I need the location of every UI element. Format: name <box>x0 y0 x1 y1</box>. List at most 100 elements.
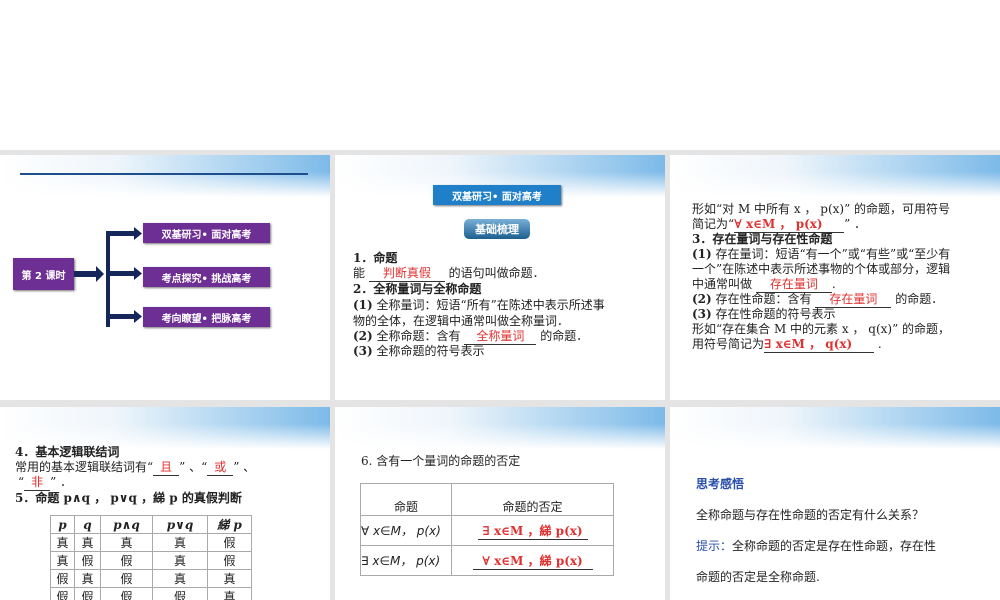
text: 简记为“ <box>692 217 735 231</box>
text-line: 1．命题 <box>353 251 398 265</box>
text-line: 物的全体，在逻辑中通常叫做全称量词． <box>353 314 570 328</box>
text-line: (1) 全称量词：短语“所有”在陈述中表示所述事 <box>353 298 605 313</box>
answer-blank: 非 <box>24 475 51 491</box>
column-header: p <box>50 515 75 534</box>
text: 全称命题：含有 <box>372 329 461 343</box>
text-line: 4．基本逻辑联结词 <box>15 445 120 459</box>
answer-blank: 判断真假 <box>368 266 445 282</box>
text: 存在量词：短语“有一个”或“有些”或“至少有 <box>711 247 951 261</box>
text-line: 用符号简记为∃ x∈M ， q(x) . <box>692 337 882 353</box>
text: 存在性命题的符号表示 <box>711 307 836 321</box>
text-line: 6. 含有一个量词的命题的否定 <box>361 454 521 468</box>
table-cell: 假 <box>100 551 153 570</box>
table-row: 假假假假真 <box>50 587 252 600</box>
table-cell: 假 <box>74 551 101 570</box>
table-cell: 假 <box>50 569 75 588</box>
text-line: 一个”在陈述中表示所述事物的个体或部分，逻辑 <box>692 262 951 276</box>
table-cell: 真 <box>74 533 101 552</box>
text: ” ． <box>844 217 867 231</box>
text-line: 提示：全称命题的否定是存在性命题，存在性 <box>696 539 936 554</box>
column-header: 命题的否定 <box>451 483 614 516</box>
branch-box-1: 双基研习• 面对高考 <box>143 223 270 243</box>
text: (1) <box>692 247 712 261</box>
text: (2) <box>353 329 373 343</box>
truth-table: p q p∧q p∨q 綈 p 真真真真假真假假真假假真假真真假假假假真 <box>50 515 252 600</box>
table-row: ∃ x∈M， p(x) ∀ x∈M ，綈 p(x) <box>360 545 614 576</box>
text-line: (2) 存在性命题：含有 存在量词 的命题． <box>692 292 943 308</box>
slide-header-gradient <box>670 155 1000 197</box>
text: 全称量词：短语“所有”在陈述中表示所述事 <box>372 298 605 312</box>
text: . <box>874 337 882 351</box>
table-cell: 假 <box>74 587 101 600</box>
negation-table: 命题 命题的否定 ∀ x∈M， p(x) ∃ x∈M ，綈 p(x) ∃ x∈M… <box>360 483 614 576</box>
table-cell: ∀ x∈M， p(x) <box>360 515 452 546</box>
answer-blank: 存在量词 <box>755 277 832 293</box>
text: 中通常叫做 <box>692 277 753 291</box>
text: 全称命题的符号表示 <box>372 344 485 358</box>
text-line: 常用的基本逻辑联结词有“ 且” 、“ 或” 、 <box>15 460 255 476</box>
text: (1) <box>353 298 373 312</box>
section-header: 双基研习• 面对高考 <box>433 185 561 205</box>
text: (3) <box>692 307 712 321</box>
text: 用符号简记为 <box>692 337 765 351</box>
column-header: 綈 p <box>207 515 252 534</box>
text-line: 形如“对 M 中所有 x ， p(x)” 的命题，可用符号 <box>692 202 951 216</box>
text: (3) <box>353 344 373 358</box>
text-line: 5．命题 p∧q ， p∨q ，綈 p 的真假判断 <box>15 491 242 505</box>
answer-blank: ∃ x∈M ， q(x) <box>764 337 875 353</box>
table-cell: 真 <box>50 551 75 570</box>
branch-box-2: 考点探究• 挑战高考 <box>143 267 270 287</box>
slide-header-gradient <box>670 407 1000 449</box>
table-cell: 假 <box>207 551 252 570</box>
slide-6[interactable]: 思考感悟 全称命题与存在性命题的否定有什么关系？ 提示：全称命题的否定是存在性命… <box>670 407 1000 600</box>
text-line: 3．存在量词与存在性命题 <box>692 232 833 246</box>
slide-2[interactable]: 双基研习• 面对高考 基础梳理 1．命题 能 判断真假 的语句叫做命题． 2．全… <box>335 155 665 400</box>
table-cell: 真 <box>207 569 252 588</box>
text-line: 2．全称量词与全称命题 <box>353 282 482 296</box>
branch-box-3: 考向瞭望• 把脉高考 <box>143 307 270 327</box>
hint-label: 提示： <box>696 539 733 553</box>
table-row: 假真假真真 <box>50 569 252 588</box>
table-cell: ∃ x∈M ，綈 p(x) <box>451 515 614 546</box>
table-cell: 假 <box>100 569 153 588</box>
text-line: 全称命题与存在性命题的否定有什么关系？ <box>696 508 925 522</box>
table-cell: ∀ x∈M ，綈 p(x) <box>451 545 614 576</box>
table-row: 真真真真假 <box>50 533 252 552</box>
table-cell: 真 <box>207 587 252 600</box>
text: 的命题． <box>891 292 944 306</box>
answer-blank: 或 <box>207 460 234 476</box>
section-title: 思考感悟 <box>696 477 745 491</box>
slide-header-gradient <box>335 407 665 449</box>
answer-blank: 且 <box>153 460 180 476</box>
slide-1[interactable]: 第 2 课时 双基研习• 面对高考 考点探究• 挑战高考 考向瞭望• 把脉高考 <box>0 155 330 400</box>
text-line: 中通常叫做 存在量词. <box>692 277 836 293</box>
table-row: ∀ x∈M， p(x) ∃ x∈M ，綈 p(x) <box>360 515 614 546</box>
table-row: 真假假真假 <box>50 551 252 570</box>
table-cell: 真 <box>152 533 208 552</box>
answer-blank: 存在量词 <box>815 292 892 308</box>
table-cell: 假 <box>207 533 252 552</box>
answer-blank: 全称量词 <box>464 329 537 345</box>
answer-blank: ∀ x∈M ， p(x) <box>734 217 845 233</box>
slide-3[interactable]: 形如“对 M 中所有 x ， p(x)” 的命题，可用符号 简记为“∀ x∈M … <box>670 155 1000 400</box>
table-cell: 真 <box>152 551 208 570</box>
slide-4[interactable]: 4．基本逻辑联结词 常用的基本逻辑联结词有“ 且” 、“ 或” 、 “非” ． 5．… <box>0 407 330 600</box>
column-header: p∧q <box>100 515 153 534</box>
text: 能 <box>353 266 366 280</box>
slide-header-gradient <box>0 407 330 449</box>
text: (2) <box>692 292 712 306</box>
slide-5[interactable]: 6. 含有一个量词的命题的否定 命题 命题的否定 ∀ x∈M， p(x) ∃ x… <box>335 407 665 600</box>
section-badge: 基础梳理 <box>464 219 530 239</box>
text-line: (3) 存在性命题的符号表示 <box>692 307 836 322</box>
text-line: 能 判断真假 的语句叫做命题． <box>353 266 545 282</box>
text-line: (2) 全称命题：含有 全称量词 的命题． <box>353 329 588 345</box>
table-header-row: 命题 命题的否定 <box>360 483 614 516</box>
table-cell: 真 <box>50 533 75 552</box>
table-cell: 假 <box>50 587 75 600</box>
text: 的语句叫做命题． <box>448 266 545 280</box>
text: ” 、“ <box>179 460 208 474</box>
text-line: 简记为“∀ x∈M ， p(x)” ． <box>692 217 866 233</box>
text-line: 形如“存在集合 M 中的元素 x ， q(x)” 的命题， <box>692 322 951 336</box>
text: ” 、 <box>233 460 256 474</box>
text-line: (1) 存在量词：短语“有一个”或“有些”或“至少有 <box>692 247 950 262</box>
